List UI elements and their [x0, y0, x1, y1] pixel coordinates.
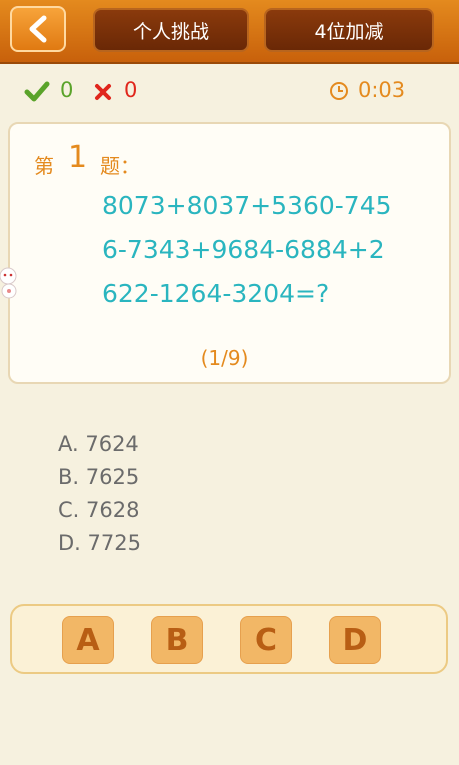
chevron-left-icon [29, 15, 47, 43]
clock-icon [330, 82, 348, 100]
question-label-suffix: 题： [100, 154, 140, 178]
options-list: A. 7624 B. 7625 C. 7628 D. 7725 [58, 428, 141, 560]
back-button[interactable] [10, 6, 66, 52]
question-progress: (1/9) [10, 346, 449, 370]
answer-button-b[interactable]: B [151, 616, 203, 664]
option-d: D. 7725 [58, 531, 141, 555]
check-icon [24, 81, 50, 102]
question-card: 第 1 题： 8073+8037+5360-7456-7343+9684-688… [8, 122, 451, 384]
tab-mode[interactable]: 个人挑战 [93, 8, 249, 52]
question-label-prefix: 第 [34, 154, 54, 178]
tab-level[interactable]: 4位加减 [264, 8, 434, 52]
header: 个人挑战 4位加减 [0, 0, 459, 64]
option-b: B. 7625 [58, 465, 140, 489]
option-c: C. 7628 [58, 498, 140, 522]
question-text: 8073+8037+5360-7456-7343+9684-6884+2622-… [102, 191, 392, 308]
floating-mascot-icon[interactable] [0, 266, 24, 302]
answer-button-a[interactable]: A [62, 616, 114, 664]
wrong-count: 0 [124, 78, 138, 102]
answer-button-c[interactable]: C [240, 616, 292, 664]
answer-bar: A B C D [10, 604, 448, 674]
x-icon [95, 84, 111, 100]
timer: 0:03 [358, 78, 406, 102]
answer-button-d[interactable]: D [329, 616, 381, 664]
correct-count: 0 [60, 78, 74, 102]
score-bar: 0 0 0:03 [0, 70, 459, 114]
option-a: A. 7624 [58, 432, 139, 456]
question-progress-text: (1/9) [200, 346, 249, 370]
question-number: 1 [68, 140, 88, 175]
